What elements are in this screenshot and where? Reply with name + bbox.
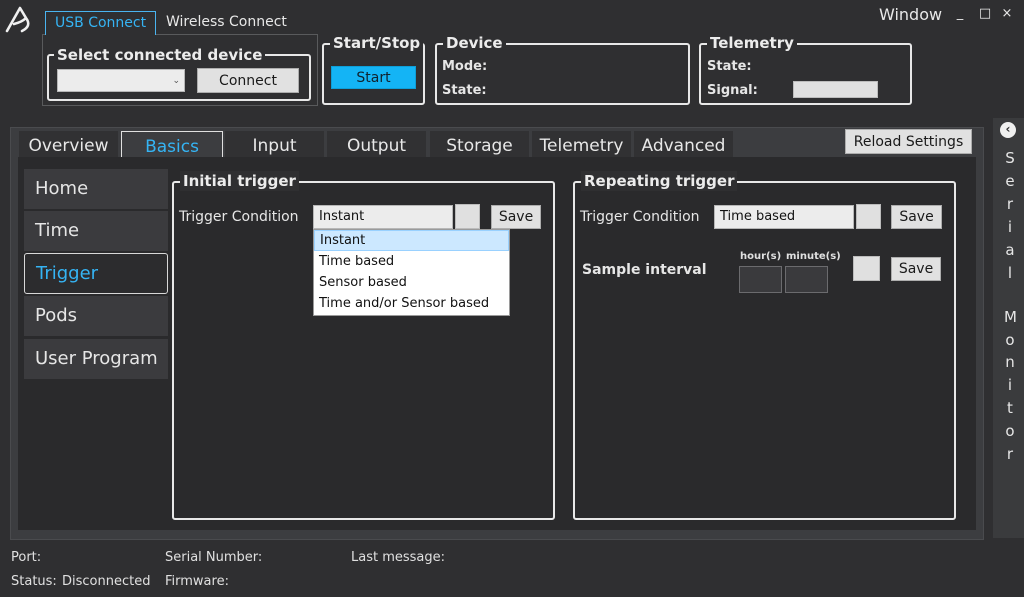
chevron-left-icon[interactable]: ‹ (1000, 122, 1016, 138)
initial-condition-indicator (455, 204, 480, 229)
repeating-trigger-group: Repeating trigger (573, 171, 956, 520)
tab-storage[interactable]: Storage (430, 131, 529, 158)
serial-monitor-letter: o (1005, 331, 1015, 349)
initial-condition-dropdown: Instant Time based Sensor based Time and… (313, 229, 510, 316)
telemetry-signal-label: Signal: (707, 83, 758, 98)
minimize-icon[interactable]: _ (952, 4, 968, 24)
minutes-label: minute(s) (786, 251, 841, 262)
sidebar-item-home[interactable]: Home (24, 169, 168, 209)
initial-condition-select[interactable]: Instant (313, 205, 453, 229)
telemetry-title: Telemetry (707, 33, 797, 53)
tab-telemetry[interactable]: Telemetry (532, 131, 631, 158)
select-device-title: Select connected device (54, 45, 266, 65)
repeating-trigger-title: Repeating trigger (581, 171, 738, 191)
serial-monitor-letter: S (1005, 149, 1015, 167)
minutes-input[interactable] (785, 266, 828, 293)
tab-overview[interactable]: Overview (19, 131, 118, 158)
signal-indicator (793, 81, 878, 98)
serial-monitor-letter: l (1007, 264, 1013, 282)
tab-advanced[interactable]: Advanced (634, 131, 733, 158)
reload-settings-button[interactable]: Reload Settings (845, 129, 972, 154)
initial-condition-label: Trigger Condition (179, 209, 299, 225)
serial-monitor-letter: r (1006, 445, 1014, 463)
serial-monitor-letter: M (1004, 308, 1017, 326)
sample-interval-indicator (853, 256, 880, 281)
serial-monitor-letter: n (1005, 353, 1015, 371)
status-value: Disconnected (62, 574, 151, 589)
sidebar-item-time[interactable]: Time (24, 211, 168, 251)
close-icon[interactable]: × (999, 4, 1015, 24)
tab-output[interactable]: Output (327, 131, 426, 158)
hours-label: hour(s) (740, 251, 782, 262)
tab-input[interactable]: Input (225, 131, 324, 158)
serial-monitor-letter: t (1007, 399, 1013, 417)
serial-monitor-letter: o (1005, 422, 1015, 440)
repeating-condition-label: Trigger Condition (580, 209, 700, 225)
status-label: Status: (11, 574, 57, 589)
hours-input[interactable] (739, 266, 782, 293)
dropdown-option-sensor-based[interactable]: Sensor based (314, 272, 509, 293)
telemetry-state-label: State: (707, 59, 752, 74)
device-title: Device (443, 33, 506, 53)
sidebar-item-pods[interactable]: Pods (24, 296, 168, 336)
serial-monitor-letter: a (1005, 241, 1015, 259)
repeating-save-button[interactable]: Save (891, 205, 942, 229)
port-label: Port: (11, 550, 42, 565)
start-button[interactable]: Start (331, 66, 416, 89)
serial-monitor-letter: r (1006, 195, 1014, 213)
serial-monitor-letter: e (1005, 172, 1015, 190)
tab-basics[interactable]: Basics (121, 131, 223, 158)
repeating-condition-indicator (856, 204, 881, 229)
connect-button[interactable]: Connect (197, 68, 299, 93)
tab-usb-connect[interactable]: USB Connect (45, 11, 157, 35)
last-message-label: Last message: (351, 550, 446, 565)
dropdown-option-instant[interactable]: Instant (314, 230, 509, 251)
window-menu[interactable]: Window (879, 5, 942, 24)
serial-monitor-letter: i (1007, 218, 1013, 236)
initial-trigger-title: Initial trigger (180, 171, 299, 191)
repeating-condition-select[interactable]: Time based (714, 205, 854, 229)
sidebar-item-user-program[interactable]: User Program (24, 339, 168, 379)
device-mode-label: Mode: (442, 59, 488, 74)
initial-save-button[interactable]: Save (491, 205, 541, 229)
device-state-label: State: (442, 83, 487, 98)
tab-wireless-connect[interactable]: Wireless Connect (157, 11, 296, 35)
firmware-label: Firmware: (165, 574, 229, 589)
sample-interval-save-button[interactable]: Save (891, 257, 941, 281)
chevron-down-icon: ⌄ (172, 76, 180, 86)
serial-monitor-letter: i (1007, 376, 1013, 394)
dropdown-option-time-based[interactable]: Time based (314, 251, 509, 272)
maximize-icon[interactable]: □ (977, 4, 993, 24)
serial-number-label: Serial Number: (165, 550, 263, 565)
start-stop-title: Start/Stop (330, 33, 424, 53)
dropdown-option-time-sensor-based[interactable]: Time and/or Sensor based (314, 293, 509, 314)
app-logo-icon (5, 6, 30, 33)
sidebar-item-trigger[interactable]: Trigger (24, 253, 168, 294)
device-select[interactable]: ⌄ (57, 69, 185, 92)
sample-interval-label: Sample interval (582, 262, 707, 278)
